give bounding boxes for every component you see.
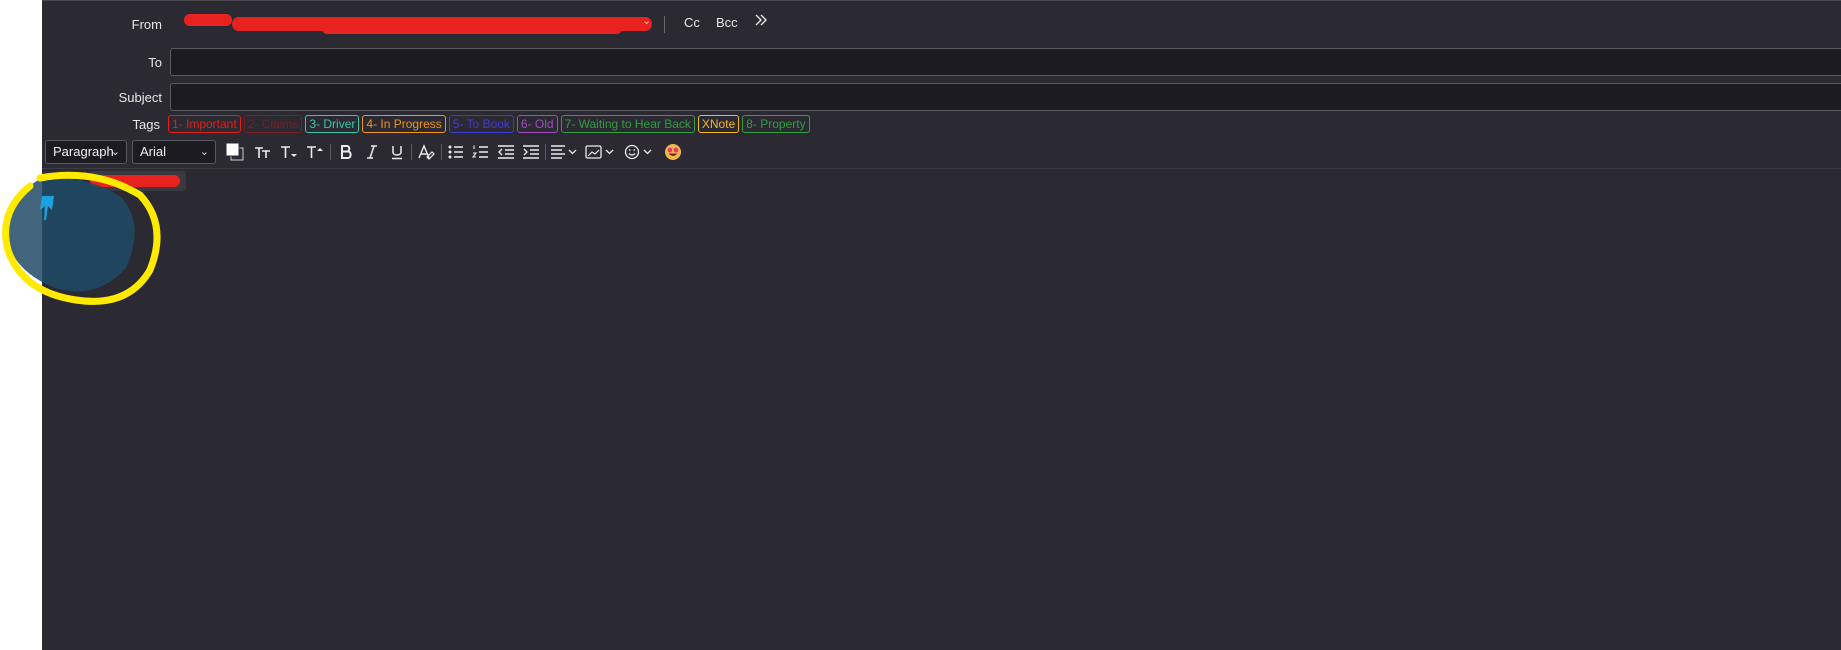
- increase-font-size-icon[interactable]: [303, 140, 327, 164]
- double-chevron-right-icon[interactable]: [754, 13, 768, 30]
- tags-list: 1- Important 2- Claims 3- Driver 4- In Prog…: [168, 115, 810, 133]
- tag-chip[interactable]: 6- Old: [516, 115, 558, 133]
- signature-button[interactable]: [90, 171, 186, 191]
- to-input[interactable]: [170, 48, 1841, 76]
- tag-chip[interactable]: 7- Waiting to Hear Back: [560, 115, 695, 133]
- redaction-mark: [90, 175, 180, 187]
- tag-chip[interactable]: 3- Driver: [305, 115, 360, 133]
- align-icon[interactable]: [549, 140, 581, 164]
- font-size-icon[interactable]: [251, 140, 275, 164]
- message-body-editor[interactable]: [42, 195, 1841, 650]
- italic-icon[interactable]: [360, 140, 384, 164]
- divider: [664, 16, 665, 33]
- insert-image-icon[interactable]: [584, 140, 618, 164]
- emoji-icon[interactable]: [623, 140, 657, 164]
- formatting-toolbar: Paragraph ⌄ Arial ⌄: [45, 140, 745, 166]
- chevron-down-icon: ⌄: [110, 146, 120, 158]
- tag-chip[interactable]: 2- Claims: [243, 115, 303, 133]
- font-family-select[interactable]: Arial ⌄: [132, 140, 216, 164]
- subject-input[interactable]: [170, 83, 1841, 111]
- tag-chip[interactable]: 8- Property: [742, 115, 810, 133]
- text-color-button[interactable]: [223, 140, 247, 164]
- tag-chip[interactable]: 1- Important: [168, 115, 241, 133]
- from-field[interactable]: [172, 13, 652, 35]
- desktop-background: [0, 0, 42, 650]
- redaction-mark: [322, 24, 622, 34]
- tag-chip[interactable]: 5- To Book: [448, 115, 514, 133]
- tag-chip[interactable]: XNote: [697, 115, 740, 133]
- cc-button[interactable]: Cc: [684, 15, 700, 30]
- tag-chip[interactable]: 4- In Progress: [362, 115, 446, 133]
- signature-bar: [42, 168, 1841, 196]
- emoji-face-icon[interactable]: [661, 140, 685, 164]
- bold-icon[interactable]: [334, 140, 358, 164]
- paragraph-format-select[interactable]: Paragraph ⌄: [45, 140, 127, 164]
- chevron-down-icon: ⌄: [199, 146, 209, 158]
- indent-icon[interactable]: [519, 140, 543, 164]
- tags-label: Tags: [132, 117, 160, 132]
- redaction-mark: [184, 14, 232, 26]
- subject-label: Subject: [118, 90, 162, 105]
- bcc-button[interactable]: Bcc: [716, 15, 738, 30]
- chevron-down-icon[interactable]: ⌄: [642, 14, 651, 27]
- decrease-font-size-icon[interactable]: [277, 140, 301, 164]
- clear-formatting-icon[interactable]: [414, 140, 438, 164]
- numbered-list-icon[interactable]: [469, 140, 493, 164]
- from-label: From: [131, 17, 162, 32]
- bullet-list-icon[interactable]: [444, 140, 468, 164]
- to-label: To: [148, 55, 162, 70]
- outdent-icon[interactable]: [494, 140, 518, 164]
- underline-icon[interactable]: [385, 140, 409, 164]
- compose-window: From ⌄ Cc Bcc To Subject Tags 1- Importa…: [42, 0, 1841, 650]
